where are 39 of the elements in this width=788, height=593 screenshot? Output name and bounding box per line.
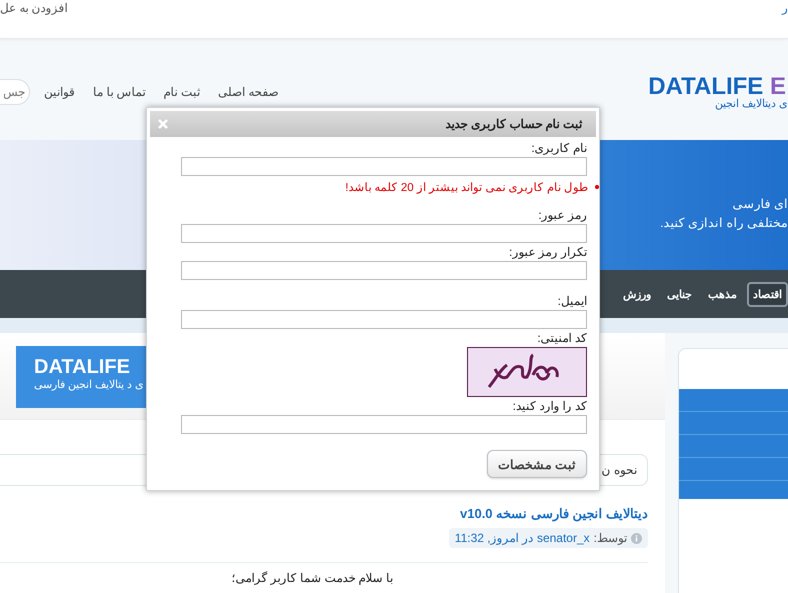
input-field[interactable]: [181, 310, 587, 329]
ad-logo: DATALIFE: [34, 356, 130, 378]
author-link[interactable]: senator_x: [536, 531, 590, 545]
category-tab[interactable]: اقتصاد: [747, 282, 788, 306]
search-field[interactable]: جس: [0, 78, 30, 104]
input-field[interactable]: [181, 415, 587, 434]
info-icon: [631, 532, 642, 544]
error-message: طول نام کاربری نمی تواند بیشتر از 20 کلمه باشد!: [345, 180, 599, 194]
close-icon[interactable]: [158, 119, 168, 129]
category-tab[interactable]: مذهب: [702, 282, 743, 306]
nav-link[interactable]: صفحه اصلی: [218, 84, 278, 98]
field-label: نام کاربری:: [531, 141, 587, 156]
ad-tagline: ی د یتالایف انجین فارسی: [34, 378, 144, 391]
article-text: با سلام خدمت شما کاربر گرامی؛: [231, 571, 393, 585]
dialog-title: ثبت نام حساب کاربری جدید: [446, 117, 582, 131]
input-field[interactable]: [181, 261, 587, 280]
field-label: رمز عبور:: [538, 208, 587, 223]
top-link[interactable]: ر: [782, 0, 788, 15]
category-tab[interactable]: جنایی: [661, 282, 698, 306]
logo-tagline: ی دیتالایف انجین: [714, 97, 788, 110]
info-text: نحوه ن: [602, 463, 637, 477]
submit-button[interactable]: ثبت مشخصات: [487, 450, 587, 478]
top-link[interactable]: افزودن به عل: [0, 0, 68, 15]
meta-label: توسط:: [594, 531, 627, 545]
category-tab[interactable]: ورزش: [617, 282, 657, 306]
banner-text: ای فارسی: [732, 196, 788, 213]
nav-link[interactable]: ثبت نام: [164, 84, 200, 98]
field-label: کد امنیتی:: [537, 331, 587, 346]
field-label: کد را وارد کنید:: [512, 399, 587, 414]
banner-text: مختلفی راه اندازی کنید.: [660, 215, 788, 232]
input-field[interactable]: [181, 224, 587, 243]
nav-link[interactable]: قوانین: [44, 84, 75, 98]
article-title[interactable]: دیتالایف انجین فارسی نسخه v10.0: [460, 506, 648, 521]
nav-link[interactable]: تماس با ما: [93, 84, 146, 98]
field-label: تکرار رمز عبور:: [508, 245, 587, 260]
input-field[interactable]: [181, 157, 587, 176]
meta-date: در امروز, 11:32: [454, 531, 533, 545]
field-label: ایمیل:: [558, 294, 587, 309]
logo-text: DATALIFE E: [648, 73, 786, 100]
